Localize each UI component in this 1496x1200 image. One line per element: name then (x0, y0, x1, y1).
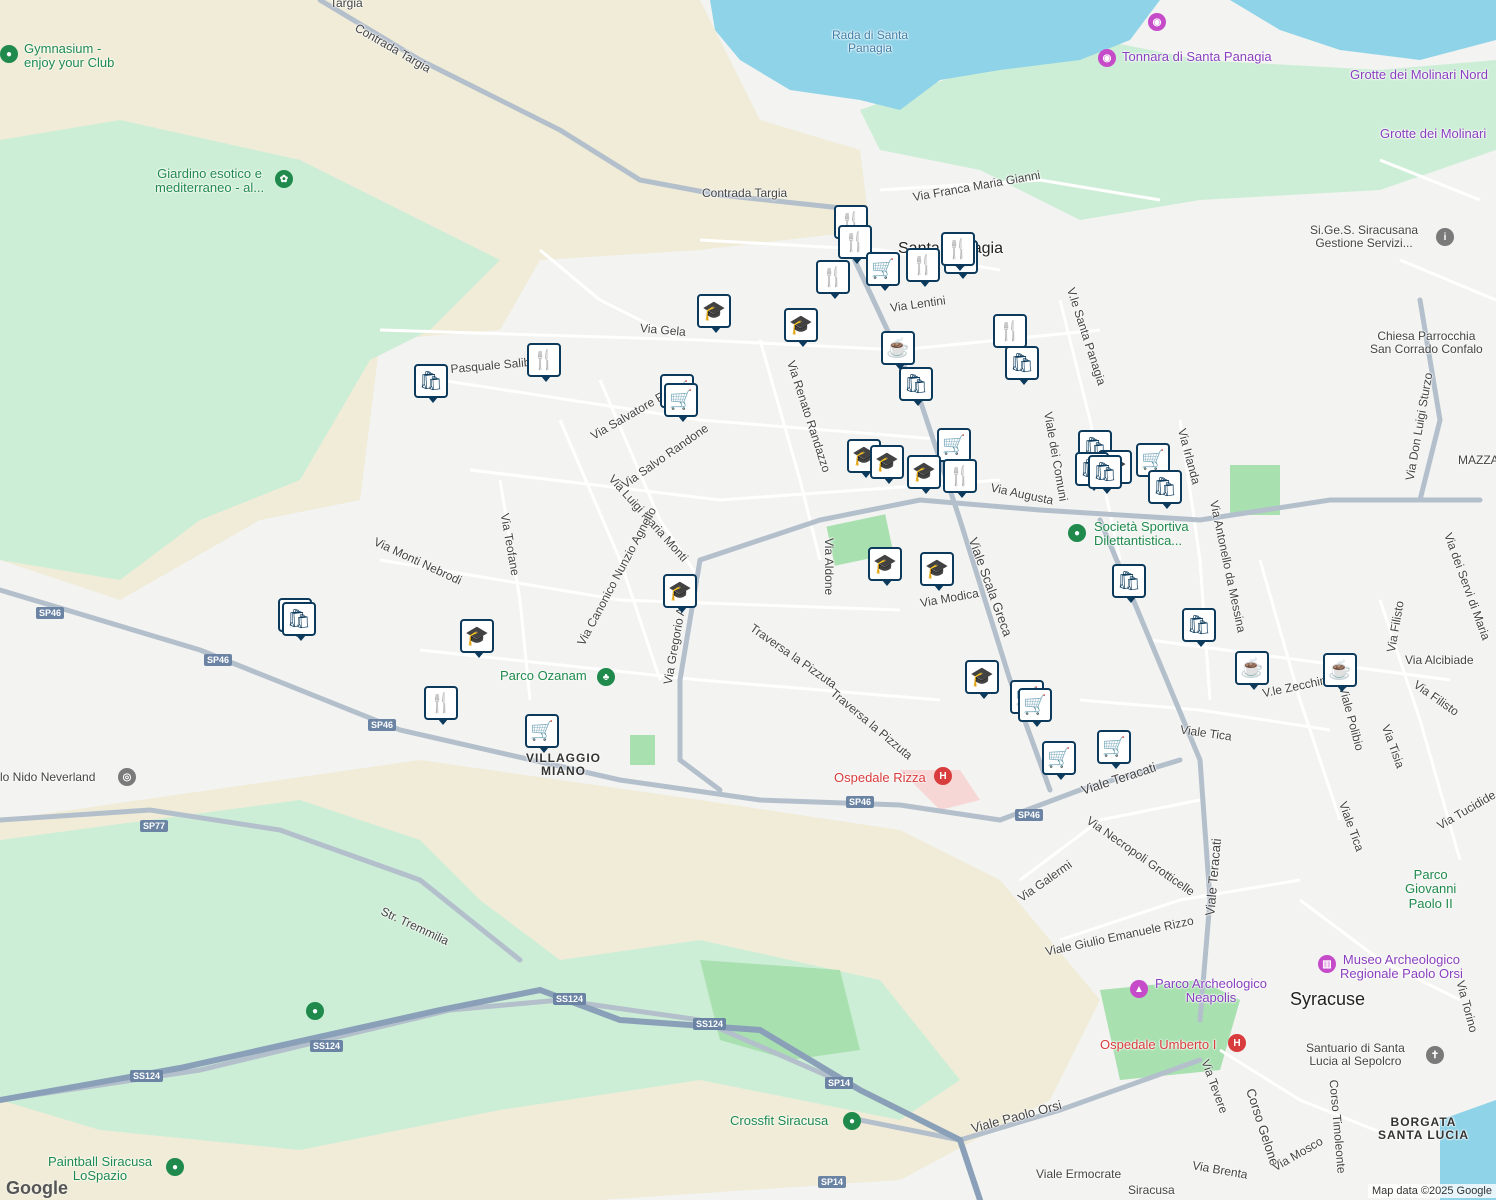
info-pin-icon[interactable]: i (1436, 228, 1454, 246)
camera-pin-icon[interactable]: ◉ (1148, 13, 1166, 31)
poi-label[interactable]: Crossfit Siracusa (730, 1113, 828, 1128)
poi-label[interactable]: Ospedale Umberto I (1100, 1037, 1216, 1052)
gym-pin-icon[interactable]: ● (0, 45, 18, 63)
school-marker-icon[interactable]: 🎓 (907, 455, 941, 494)
road-label: Via Alcibiade (1405, 653, 1474, 667)
sports-pin-icon[interactable]: ● (1068, 524, 1086, 542)
grocery-marker-icon[interactable]: 🛒 (866, 252, 900, 291)
poi-label[interactable]: Grotte dei Molinari Nord (1350, 67, 1488, 82)
station-label[interactable]: Siracusa (1128, 1183, 1175, 1197)
school-marker-icon[interactable]: 🎓 (784, 308, 818, 347)
road-shield-sp46: SP46 (846, 796, 875, 808)
road-shield-ss124: SS124 (310, 1040, 344, 1052)
school-marker-icon[interactable]: 🎓 (920, 552, 954, 591)
district-label: VILLAGGIO MIANO (526, 751, 601, 779)
road-shield-sp77: SP77 (140, 820, 169, 832)
poi-label[interactable]: Ospedale Rizza (834, 770, 926, 785)
water-label: Rada di Santa Panagia (832, 28, 909, 56)
shop-marker-icon[interactable]: 🛍 (1148, 470, 1182, 509)
restaurant-marker-icon[interactable]: 🍴 (941, 232, 975, 271)
grocery-marker-icon[interactable]: 🛒 (664, 383, 698, 422)
sports-pin-icon[interactable]: ● (166, 1158, 184, 1176)
road-shield-ss124: SS124 (693, 1018, 727, 1030)
hospital-pin-icon[interactable]: H (934, 767, 952, 785)
shop-marker-icon[interactable]: 🛍 (414, 364, 448, 403)
road-shield-ss124: SS124 (130, 1070, 164, 1082)
restaurant-marker-icon[interactable]: 🍴 (906, 248, 940, 287)
poi-label[interactable]: Giardino esotico e mediterraneo - al... (155, 166, 264, 196)
poi-label[interactable]: Si.Ge.S. Siracusana Gestione Servizi... (1310, 223, 1418, 250)
shop-marker-icon[interactable]: 🛍 (1088, 455, 1122, 494)
camera-pin-icon[interactable]: ◉ (1098, 49, 1116, 67)
shop-marker-icon[interactable]: 🛍 (1182, 608, 1216, 647)
poi-label[interactable]: Museo Archeologico Regionale Paolo Orsi (1340, 952, 1463, 982)
sports-field-2 (630, 735, 655, 765)
poi-label[interactable]: Santuario di Santa Lucia al Sepolcro (1306, 1041, 1405, 1068)
restaurant-marker-icon[interactable]: 🍴 (527, 343, 561, 382)
attraction-pin-icon[interactable]: ▲ (1130, 980, 1148, 998)
school-marker-icon[interactable]: 🎓 (663, 574, 697, 613)
garden-pin-icon[interactable]: ✿ (275, 170, 293, 188)
city-label: Syracuse (1290, 989, 1366, 1009)
grocery-marker-icon[interactable]: 🛒 (1018, 688, 1052, 727)
road-shield-ss124: SP14 (825, 1077, 854, 1089)
shop-marker-icon[interactable]: 🛍 (1005, 346, 1039, 385)
restaurant-marker-icon[interactable]: 🍴 (993, 314, 1027, 353)
district-label: MAZZA (1458, 453, 1496, 467)
district-label: BORGATA SANTA LUCIA (1378, 1115, 1469, 1143)
place-label: Targia (330, 0, 363, 10)
school-marker-icon[interactable]: 🎓 (697, 294, 731, 333)
grocery-marker-icon[interactable]: 🛒 (937, 428, 971, 467)
school-marker-icon[interactable]: 🎓 (868, 547, 902, 586)
google-logo: Google (6, 1178, 68, 1198)
road-shield-sp46: SP46 (204, 654, 233, 666)
road-label: Via Aldone (822, 538, 837, 596)
road-shield-sp46: SP46 (36, 607, 65, 619)
grocery-marker-icon[interactable]: 🛒 (525, 714, 559, 753)
sports-pin-icon[interactable]: ● (306, 1002, 324, 1020)
shop-marker-icon[interactable]: 🛍 (282, 602, 316, 641)
poi-label[interactable]: Parco Archeologico Neapolis (1155, 976, 1267, 1006)
hospital-pin-icon[interactable]: H (1228, 1034, 1246, 1052)
school-marker-icon[interactable]: 🎓 (870, 445, 904, 484)
poi-label[interactable]: lo Nido Neverland (0, 770, 95, 784)
shop-marker-icon[interactable]: 🛍 (1112, 564, 1146, 603)
road-label: Viale Ermocrate (1036, 1167, 1122, 1181)
road-shield-sp46: SP46 (368, 719, 397, 731)
gym-pin-icon[interactable]: ● (843, 1112, 861, 1130)
poi-label[interactable]: Parco Ozanam (500, 668, 587, 683)
shop-marker-icon[interactable]: 🛍 (899, 367, 933, 406)
park-pin-icon[interactable]: ♣ (597, 668, 615, 686)
cafe-marker-icon[interactable]: ☕ (1323, 653, 1357, 692)
road-shield-ss124: SS124 (553, 993, 587, 1005)
church-pin-icon[interactable]: ✝ (1426, 1046, 1444, 1064)
poi-label[interactable]: Tonnara di Santa Panagia (1122, 49, 1272, 64)
restaurant-marker-icon[interactable]: 🍴 (424, 686, 458, 725)
cafe-marker-icon[interactable]: ☕ (1235, 651, 1269, 690)
restaurant-marker-icon[interactable]: 🍴 (816, 260, 850, 299)
road-label: Contrada Targia (702, 186, 788, 200)
poi-label[interactable]: Chiesa Parrocchia San Corrado Confalo (1370, 329, 1483, 356)
school-marker-icon[interactable]: 🎓 (965, 660, 999, 699)
map-data-attribution[interactable]: Map data ©2025 Google (1367, 1184, 1496, 1198)
road-shield-sp46: SP46 (1015, 809, 1044, 821)
poi-label[interactable]: Grotte dei Molinari (1380, 126, 1486, 141)
museum-pin-icon[interactable]: ▥ (1318, 955, 1336, 973)
poi-label[interactable]: Gymnasium - enjoy your Club (24, 41, 114, 71)
restaurant-marker-icon[interactable]: 🍴 (943, 459, 977, 498)
poi-label[interactable]: Parco Giovanni Paolo II (1405, 867, 1456, 911)
info-pin-icon[interactable]: ◎ (118, 768, 136, 786)
road-shield-sp14: SP14 (818, 1176, 847, 1188)
poi-label[interactable]: Società Sportiva Dilettantistica... (1094, 519, 1189, 549)
grocery-marker-icon[interactable]: 🛒 (1097, 730, 1131, 769)
grocery-marker-icon[interactable]: 🛒 (1042, 741, 1076, 780)
cafe-marker-icon[interactable]: ☕ (881, 331, 915, 370)
school-marker-icon[interactable]: 🎓 (460, 619, 494, 658)
